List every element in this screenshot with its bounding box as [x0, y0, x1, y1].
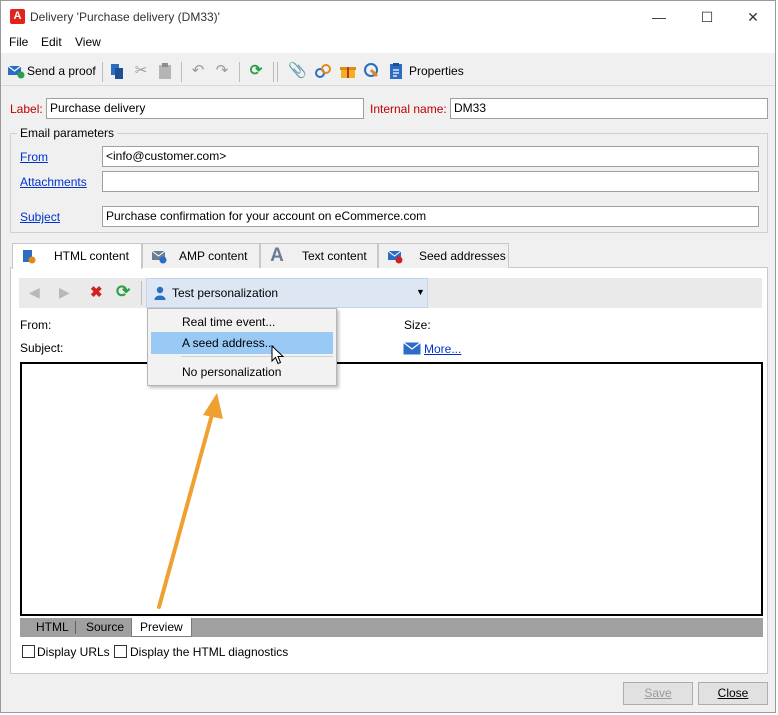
title-bar: A Delivery 'Purchase delivery (DM33)' — …	[1, 1, 775, 33]
toolbar-separator	[277, 62, 278, 82]
cut-icon[interactable]: ✂	[132, 62, 150, 80]
display-diagnostics-label: Display the HTML diagnostics	[130, 645, 289, 659]
dropdown-item-seed-address[interactable]: A seed address...	[151, 332, 333, 354]
refresh-icon[interactable]: ⟳	[247, 62, 265, 80]
tab-amp-content[interactable]: AMP content	[142, 243, 260, 268]
test-personalization-label: Test personalization	[172, 286, 279, 300]
redo-icon[interactable]: ↷	[213, 62, 231, 80]
from-field[interactable]: <info@customer.com>	[102, 146, 759, 167]
mouse-cursor-icon	[271, 344, 285, 368]
more-link[interactable]: More...	[424, 342, 461, 356]
attachments-field[interactable]	[102, 171, 759, 192]
chevron-down-icon[interactable]: ▼	[416, 287, 425, 297]
tab-text-content[interactable]: A Text content	[260, 243, 378, 268]
toolbar-separator	[273, 62, 274, 82]
menu-view[interactable]: View	[75, 35, 101, 49]
email-parameters-title: Email parameters	[17, 126, 118, 140]
label-field[interactable]: Purchase delivery	[46, 98, 364, 119]
tab-html[interactable]: HTML	[28, 618, 77, 637]
link-icon[interactable]	[314, 62, 332, 80]
tab-source[interactable]: Source	[78, 618, 132, 637]
dropdown-item-no-personalization[interactable]: No personalization	[151, 361, 333, 383]
tab-amp-content-label: AMP content	[179, 249, 248, 263]
properties-icon[interactable]	[387, 62, 405, 80]
tab-preview[interactable]: Preview	[131, 618, 192, 637]
display-diagnostics-checkbox[interactable]	[114, 645, 127, 658]
dropdown-separator	[181, 356, 333, 357]
properties-button[interactable]: Properties	[409, 64, 464, 78]
preview-area[interactable]	[20, 362, 763, 616]
annotation-arrow-icon	[157, 393, 223, 609]
person-icon	[154, 286, 166, 303]
save-button[interactable]: Save	[623, 682, 693, 705]
attachment-icon[interactable]: 📎	[288, 62, 307, 80]
test-personalization-combo[interactable]: Test personalization ▼	[146, 278, 428, 308]
menu-edit[interactable]: Edit	[41, 35, 62, 49]
minimize-button[interactable]: —	[639, 5, 679, 29]
window-title: Delivery 'Purchase delivery (DM33)'	[30, 10, 220, 24]
gift-icon[interactable]	[339, 62, 357, 80]
delivery-window: A Delivery 'Purchase delivery (DM33)' — …	[0, 0, 776, 713]
tab-seed-addresses[interactable]: Seed addresses	[378, 243, 509, 268]
preview-subject-label: Subject:	[20, 341, 64, 355]
main-toolbar: Send a proof ✂ ↶ ↷ ⟳ 📎 Properties	[1, 56, 775, 86]
subject-field[interactable]: Purchase confirmation for your account o…	[102, 206, 759, 227]
toolbar-separator	[102, 62, 103, 82]
email-more-icon	[403, 342, 421, 358]
personalization-dropdown: Real time event... A seed address... No …	[147, 308, 337, 386]
tab-html-content[interactable]: HTML content	[12, 243, 142, 269]
tab-divider	[75, 621, 76, 634]
forward-arrow-icon[interactable]: ▶	[59, 284, 70, 301]
paste-icon[interactable]	[156, 62, 174, 80]
toolbar-separator	[181, 62, 182, 82]
amp-content-icon	[151, 248, 167, 264]
preview-size-label: Size:	[404, 318, 431, 332]
internal-name-caption: Internal name:	[370, 102, 447, 116]
tracking-icon[interactable]	[363, 62, 381, 80]
editor-mode-tabs: HTML Source Preview	[20, 618, 763, 637]
adobe-logo-icon: A	[10, 9, 25, 24]
back-arrow-icon[interactable]: ◀	[29, 284, 40, 301]
refresh-preview-icon[interactable]: ⟳	[116, 282, 130, 302]
undo-icon[interactable]: ↶	[189, 62, 207, 80]
internal-name-field[interactable]: DM33	[450, 98, 768, 119]
send-proof-button[interactable]: Send a proof	[27, 64, 96, 78]
delete-icon[interactable]: ✖	[90, 283, 103, 301]
html-content-icon	[21, 248, 37, 264]
menu-file[interactable]: File	[9, 35, 28, 49]
send-proof-icon[interactable]	[7, 62, 25, 80]
from-link[interactable]: From	[20, 150, 48, 164]
close-window-button[interactable]: ✕	[733, 5, 773, 29]
attachments-link[interactable]: Attachments	[20, 175, 87, 189]
tab-seed-addresses-label: Seed addresses	[419, 249, 506, 263]
toolbar-separator	[141, 281, 142, 305]
subject-link[interactable]: Subject	[20, 210, 60, 224]
tab-html-content-label: HTML content	[54, 249, 129, 263]
dropdown-item-real-time-event[interactable]: Real time event...	[151, 311, 333, 333]
tab-text-content-label: Text content	[302, 249, 367, 263]
menu-bar: File Edit View	[1, 33, 775, 53]
text-content-icon: A	[270, 245, 284, 266]
label-caption: Label:	[10, 102, 43, 116]
close-button[interactable]: Close	[698, 682, 768, 705]
display-urls-label: Display URLs	[37, 645, 110, 659]
preview-from-label: From:	[20, 318, 52, 332]
seed-addresses-icon	[387, 248, 403, 264]
maximize-button[interactable]: ☐	[687, 5, 727, 29]
toolbar-separator	[239, 62, 240, 82]
display-urls-checkbox[interactable]	[22, 645, 35, 658]
copy-icon[interactable]	[108, 62, 126, 80]
